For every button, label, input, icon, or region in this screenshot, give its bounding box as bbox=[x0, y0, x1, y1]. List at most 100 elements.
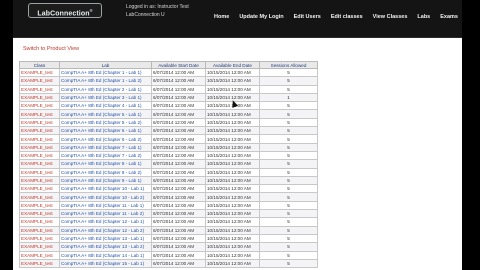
end-date-cell: 10/15/2014 12:00 AM bbox=[205, 76, 260, 86]
lab-link[interactable]: CompTIA A+ 8th Ed (Chapter 13 - Lab 1) bbox=[59, 233, 152, 244]
class-cell[interactable]: EXAMPLE_test bbox=[19, 76, 60, 86]
class-cell[interactable]: EXAMPLE_test bbox=[19, 209, 60, 219]
class-cell[interactable]: EXAMPLE_test bbox=[19, 67, 60, 78]
start-date-cell: 6/07/2014 12:00 AM bbox=[151, 134, 206, 144]
lab-link[interactable]: CompTIA A+ 8th Ed (Chapter 1 - Lab 2) bbox=[59, 76, 152, 86]
nav-edit-users[interactable]: Edit Users bbox=[294, 14, 321, 20]
lab-link[interactable]: CompTIA A+ 8th Ed (Chapter 7 - Lab 2) bbox=[59, 150, 152, 161]
sessions-cell: 5 bbox=[259, 109, 318, 119]
class-cell[interactable]: EXAMPLE_test bbox=[19, 142, 60, 152]
class-cell[interactable]: EXAMPLE_test bbox=[19, 250, 60, 260]
start-date-cell: 6/07/2014 12:00 AM bbox=[151, 233, 206, 244]
class-cell[interactable]: EXAMPLE_test bbox=[19, 150, 60, 161]
table-row: EXAMPLE_test CompTIA A+ 8th Ed (Chapter 6… bbox=[19, 126, 318, 136]
start-date-cell: 6/07/2014 12:00 AM bbox=[151, 217, 206, 227]
lab-link[interactable]: CompTIA A+ 8th Ed (Chapter 1 - Lab 1) bbox=[59, 67, 152, 78]
class-cell[interactable]: EXAMPLE_test bbox=[19, 117, 60, 128]
lab-link[interactable]: CompTIA A+ 8th Ed (Chapter 14 - Lab 1) bbox=[59, 250, 152, 260]
lab-link[interactable]: CompTIA A+ 8th Ed (Chapter 8 - Lab 2) bbox=[59, 167, 152, 177]
class-cell[interactable]: EXAMPLE_test bbox=[19, 134, 60, 144]
sessions-cell: 5 bbox=[259, 126, 318, 136]
column-header-class[interactable]: Class bbox=[19, 61, 60, 69]
start-date-cell: 6/07/2014 12:00 AM bbox=[151, 258, 206, 269]
class-cell[interactable]: EXAMPLE_test bbox=[19, 101, 60, 111]
column-header-lab[interactable]: Lab bbox=[59, 61, 152, 69]
lab-link[interactable]: CompTIA A+ 8th Ed (Chapter 10 - Lab 1) bbox=[59, 184, 152, 194]
start-date-cell: 6/07/2014 12:00 AM bbox=[151, 192, 206, 202]
labs-table: Class Lab Available Start Date Available… bbox=[19, 61, 318, 269]
table-row: EXAMPLE_test CompTIA A+ 8th Ed (Chapter 1… bbox=[19, 192, 318, 202]
column-header-start-date[interactable]: Available Start Date bbox=[151, 61, 206, 69]
class-cell[interactable]: EXAMPLE_test bbox=[19, 184, 60, 194]
class-cell[interactable]: EXAMPLE_test bbox=[19, 92, 60, 103]
start-date-cell: 6/07/2014 12:00 AM bbox=[151, 67, 206, 78]
lab-link[interactable]: CompTIA A+ 8th Ed (Chapter 2 - Lab 1) bbox=[59, 84, 152, 94]
main-content: Switch to Product View Class Lab Availab… bbox=[13, 38, 462, 270]
start-date-cell: 6/07/2014 12:00 AM bbox=[151, 92, 206, 103]
table-row: EXAMPLE_test CompTIA A+ 8th Ed (Chapter 7… bbox=[19, 150, 318, 161]
lab-link[interactable]: CompTIA A+ 8th Ed (Chapter 7 - Lab 1) bbox=[59, 142, 152, 152]
class-cell[interactable]: EXAMPLE_test bbox=[19, 225, 60, 235]
table-row: EXAMPLE_test CompTIA A+ 8th Ed (Chapter 9… bbox=[19, 175, 318, 186]
column-header-end-date[interactable]: Available End Date bbox=[205, 61, 260, 69]
class-cell[interactable]: EXAMPLE_test bbox=[19, 175, 60, 186]
end-date-cell: 10/15/2014 12:00 AM bbox=[205, 233, 260, 244]
end-date-cell: 10/15/2014 12:00 AM bbox=[205, 175, 260, 186]
table-row: EXAMPLE_test CompTIA A+ 8th Ed (Chapter 2… bbox=[19, 84, 318, 94]
start-date-cell: 6/07/2014 12:00 AM bbox=[151, 175, 206, 186]
right-black-border bbox=[462, 0, 480, 270]
table-row: EXAMPLE_test CompTIA A+ 8th Ed (Chapter 1… bbox=[19, 250, 318, 260]
lab-link[interactable]: CompTIA A+ 8th Ed (Chapter 9 - Lab 1) bbox=[59, 175, 152, 186]
class-cell[interactable]: EXAMPLE_test bbox=[19, 167, 60, 177]
lab-link[interactable]: CompTIA A+ 8th Ed (Chapter 5 - Lab 2) bbox=[59, 117, 152, 128]
sessions-cell: 5 bbox=[259, 225, 318, 235]
table-row: EXAMPLE_test CompTIA A+ 8th Ed (Chapter 7… bbox=[19, 142, 318, 152]
nav-home[interactable]: Home bbox=[214, 14, 229, 20]
class-cell[interactable]: EXAMPLE_test bbox=[19, 233, 60, 244]
sessions-cell: 5 bbox=[259, 142, 318, 152]
class-cell[interactable]: EXAMPLE_test bbox=[19, 159, 60, 169]
class-cell[interactable]: EXAMPLE_test bbox=[19, 192, 60, 202]
start-date-cell: 6/07/2014 12:00 AM bbox=[151, 200, 206, 211]
class-cell[interactable]: EXAMPLE_test bbox=[19, 217, 60, 227]
nav-labs[interactable]: Labs bbox=[417, 14, 430, 20]
lab-link[interactable]: CompTIA A+ 8th Ed (Chapter 13 - Lab 2) bbox=[59, 242, 152, 252]
lab-link[interactable]: CompTIA A+ 8th Ed (Chapter 11 - Lab 2) bbox=[59, 209, 152, 219]
sessions-cell: 5 bbox=[259, 209, 318, 219]
table-row: EXAMPLE_test CompTIA A+ 8th Ed (Chapter 1… bbox=[19, 225, 318, 235]
start-date-cell: 6/07/2014 12:00 AM bbox=[151, 101, 206, 111]
switch-to-product-view-link[interactable]: Switch to Product View bbox=[23, 46, 79, 52]
class-cell[interactable]: EXAMPLE_test bbox=[19, 84, 60, 94]
lab-link[interactable]: CompTIA A+ 8th Ed (Chapter 5 - Lab 1) bbox=[59, 109, 152, 119]
registered-mark: ® bbox=[89, 8, 93, 13]
end-date-cell: 10/15/2014 12:00 AM bbox=[205, 209, 260, 219]
main-nav: Home Update My Login Edit Users Edit cla… bbox=[214, 14, 458, 20]
lab-link[interactable]: CompTIA A+ 8th Ed (Chapter 10 - Lab 2) bbox=[59, 192, 152, 202]
start-date-cell: 6/07/2014 12:00 AM bbox=[151, 250, 206, 260]
sessions-cell: 5 bbox=[259, 192, 318, 202]
lab-link[interactable]: CompTIA A+ 8th Ed (Chapter 3 - Lab 1) bbox=[59, 92, 152, 103]
lab-link[interactable]: CompTIA A+ 8th Ed (Chapter 12 - Lab 1) bbox=[59, 217, 152, 227]
lab-link[interactable]: CompTIA A+ 8th Ed (Chapter 4 - Lab 1) bbox=[59, 101, 152, 111]
lab-link[interactable]: CompTIA A+ 8th Ed (Chapter 6 - Lab 2) bbox=[59, 134, 152, 144]
nav-edit-classes[interactable]: Edit classes bbox=[331, 14, 363, 20]
end-date-cell: 10/15/2014 12:00 AM bbox=[205, 150, 260, 161]
start-date-cell: 6/07/2014 12:00 AM bbox=[151, 142, 206, 152]
nav-exams[interactable]: Exams bbox=[440, 14, 458, 20]
class-cell[interactable]: EXAMPLE_test bbox=[19, 200, 60, 211]
lab-link[interactable]: CompTIA A+ 8th Ed (Chapter 8 - Lab 1) bbox=[59, 159, 152, 169]
class-cell[interactable]: EXAMPLE_test bbox=[19, 242, 60, 252]
nav-update-my-login[interactable]: Update My Login bbox=[239, 14, 283, 20]
class-cell[interactable]: EXAMPLE_test bbox=[19, 109, 60, 119]
nav-view-classes[interactable]: View Classes bbox=[373, 14, 408, 20]
lab-link[interactable]: CompTIA A+ 8th Ed (Chapter 6 - Lab 1) bbox=[59, 126, 152, 136]
class-cell[interactable]: EXAMPLE_test bbox=[19, 126, 60, 136]
class-cell[interactable]: EXAMPLE_test bbox=[19, 258, 60, 269]
lab-link[interactable]: CompTIA A+ 8th Ed (Chapter 11 - Lab 1) bbox=[59, 200, 152, 211]
end-date-cell: 10/15/2014 12:00 AM bbox=[205, 126, 260, 136]
sessions-cell: 5 bbox=[259, 258, 318, 269]
lab-link[interactable]: CompTIA A+ 8th Ed (Chapter 15 - Lab 1) bbox=[59, 258, 152, 269]
lab-link[interactable]: CompTIA A+ 8th Ed (Chapter 12 - Lab 2) bbox=[59, 225, 152, 235]
column-header-sessions[interactable]: Sessions Allowed bbox=[259, 61, 318, 69]
labconnection-logo[interactable]: LabConnection® bbox=[28, 3, 102, 18]
